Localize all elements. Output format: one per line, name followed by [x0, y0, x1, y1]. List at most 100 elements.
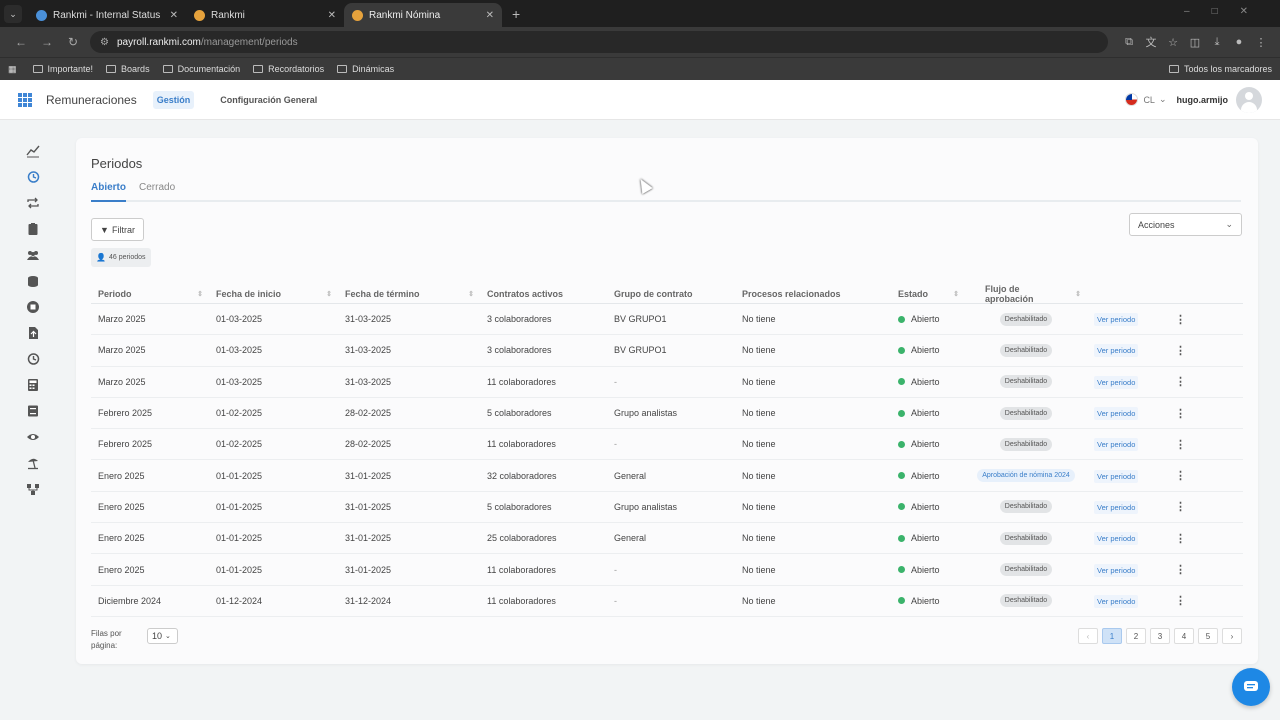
cell-procesos: No tiene	[742, 533, 776, 544]
calculator-icon[interactable]	[0, 372, 60, 398]
status-badge: Deshabilitado	[999, 437, 1053, 451]
transfer-icon[interactable]	[0, 190, 60, 216]
nav-configuracion[interactable]: Configuración General	[220, 95, 317, 105]
ver-periodo-link[interactable]: Ver periodo	[1094, 375, 1139, 389]
ver-periodo-link[interactable]: Ver periodo	[1094, 344, 1139, 358]
status-badge: Aprobación de nómina 2024	[977, 469, 1075, 483]
col-flujo[interactable]: Flujo de aprobación ⇕	[965, 284, 1087, 304]
tab-search-icon[interactable]: ⌄	[4, 5, 22, 23]
history-icon[interactable]	[0, 164, 60, 190]
tab-abierto[interactable]: Abierto	[91, 182, 126, 202]
eye-icon[interactable]	[0, 424, 60, 450]
kebab-menu-icon[interactable]: ⋮	[1175, 470, 1186, 482]
chat-button[interactable]	[1232, 668, 1270, 706]
next-page-icon[interactable]: ›	[1222, 628, 1242, 644]
filter-button[interactable]: ▼ Filtrar	[91, 218, 144, 241]
close-icon[interactable]: ✕	[170, 10, 178, 21]
close-icon[interactable]: ✕	[328, 10, 336, 21]
extensions-icon[interactable]: ◫	[1184, 36, 1206, 49]
star-icon[interactable]: ☆	[1162, 36, 1184, 49]
cell-periodo: Marzo 2025	[98, 345, 146, 356]
ver-periodo-link[interactable]: Ver periodo	[1094, 313, 1139, 327]
kebab-menu-icon[interactable]: ⋮	[1175, 345, 1186, 357]
col-periodo[interactable]: Periodo ⇕	[91, 289, 209, 299]
download-icon[interactable]: ⤓	[1206, 36, 1228, 49]
ver-periodo-link[interactable]: Ver periodo	[1094, 563, 1139, 577]
chart-icon[interactable]	[0, 138, 60, 164]
cell-estado: Abierto	[891, 345, 965, 355]
chevron-down-icon[interactable]: ⌄	[1159, 94, 1167, 105]
stop-icon[interactable]	[0, 294, 60, 320]
ver-periodo-link[interactable]: Ver periodo	[1094, 407, 1139, 421]
kebab-menu-icon[interactable]: ⋮	[1175, 564, 1186, 576]
users-icon[interactable]	[0, 242, 60, 268]
person-icon: 👤	[96, 253, 106, 262]
profile-icon[interactable]: ●	[1228, 36, 1250, 48]
kebab-menu-icon[interactable]: ⋮	[1175, 595, 1186, 607]
browser-tab[interactable]: Rankmi - Internal Status ✕	[28, 3, 186, 27]
nav-gestion[interactable]: Gestión	[152, 90, 195, 109]
page-button[interactable]: 4	[1174, 628, 1194, 644]
new-tab-icon[interactable]: +	[512, 6, 520, 22]
coins-icon[interactable]	[0, 268, 60, 294]
bookmark-item[interactable]: Recordatorios	[253, 64, 324, 74]
sort-icon: ⇕	[1075, 290, 1081, 298]
kebab-menu-icon[interactable]: ⋮	[1175, 501, 1186, 513]
ver-periodo-link[interactable]: Ver periodo	[1094, 438, 1139, 452]
kebab-menu-icon[interactable]: ⋮	[1175, 439, 1186, 451]
cell-accion: Ver periodo	[1087, 375, 1165, 389]
avatar[interactable]	[1236, 86, 1262, 113]
rows-per-page-select[interactable]: 10 ⌄	[147, 628, 178, 644]
site-info-icon[interactable]: ⚙	[100, 37, 109, 48]
clipboard-icon[interactable]	[0, 216, 60, 242]
cell-inicio: 01-02-2025	[216, 408, 263, 419]
browser-tab[interactable]: Rankmi ✕	[186, 3, 344, 27]
beach-icon[interactable]	[0, 450, 60, 476]
reload-icon[interactable]: ↻	[60, 35, 86, 49]
page-button[interactable]: 1	[1102, 628, 1122, 644]
cell-menu: ⋮	[1165, 563, 1243, 576]
all-bookmarks[interactable]: Todos los marcadores	[1168, 64, 1272, 74]
history2-icon[interactable]	[0, 346, 60, 372]
window-controls[interactable]: –□✕	[1184, 6, 1270, 17]
col-estado[interactable]: Estado ⇕	[891, 289, 965, 299]
actions-select[interactable]: Acciones ⌄	[1129, 213, 1242, 236]
apps-grid-icon[interactable]	[18, 92, 32, 107]
ver-periodo-link[interactable]: Ver periodo	[1094, 594, 1139, 608]
forward-icon[interactable]: →	[34, 35, 60, 49]
install-icon[interactable]: ⧉	[1118, 36, 1140, 49]
back-icon[interactable]: ←	[8, 35, 34, 49]
close-icon[interactable]: ✕	[486, 10, 494, 21]
bookmark-item[interactable]: Boards	[106, 64, 150, 74]
cell-termino: 31-01-2025	[345, 533, 392, 544]
page-button[interactable]: 3	[1150, 628, 1170, 644]
ver-periodo-link[interactable]: Ver periodo	[1094, 532, 1139, 546]
col-termino[interactable]: Fecha de término ⇕	[338, 289, 480, 299]
apps-icon[interactable]: ▦	[8, 64, 17, 75]
workflow-icon[interactable]	[0, 476, 60, 502]
menu-icon[interactable]: ⋮	[1250, 36, 1272, 49]
ver-periodo-link[interactable]: Ver periodo	[1094, 500, 1139, 514]
kebab-menu-icon[interactable]: ⋮	[1175, 408, 1186, 420]
page-button[interactable]: 2	[1126, 628, 1146, 644]
ver-periodo-link[interactable]: Ver periodo	[1094, 469, 1139, 483]
browser-tab-active[interactable]: Rankmi Nómina ✕	[344, 3, 502, 27]
translate-icon[interactable]: 文	[1140, 34, 1162, 50]
bookmark-item[interactable]: Documentación	[162, 64, 240, 74]
country-code[interactable]: CL	[1143, 95, 1155, 105]
col-inicio[interactable]: Fecha de inicio ⇕	[209, 289, 338, 299]
kebab-menu-icon[interactable]: ⋮	[1175, 533, 1186, 545]
book-icon[interactable]	[0, 398, 60, 424]
kebab-menu-icon[interactable]: ⋮	[1175, 314, 1186, 326]
prev-page-icon[interactable]: ‹	[1078, 628, 1098, 644]
username[interactable]: hugo.armijo	[1177, 95, 1229, 105]
cell-procesos: No tiene	[742, 470, 776, 481]
url-input[interactable]: ⚙ payroll.rankmi.com/management/periods	[90, 31, 1108, 53]
bookmark-item[interactable]: Importante!	[32, 64, 93, 74]
upload-icon[interactable]	[0, 320, 60, 346]
tab-cerrado[interactable]: Cerrado	[139, 182, 175, 200]
chile-flag-icon[interactable]	[1125, 93, 1139, 106]
page-button[interactable]: 5	[1198, 628, 1218, 644]
bookmark-item[interactable]: Dinámicas	[337, 64, 394, 74]
kebab-menu-icon[interactable]: ⋮	[1175, 376, 1186, 388]
